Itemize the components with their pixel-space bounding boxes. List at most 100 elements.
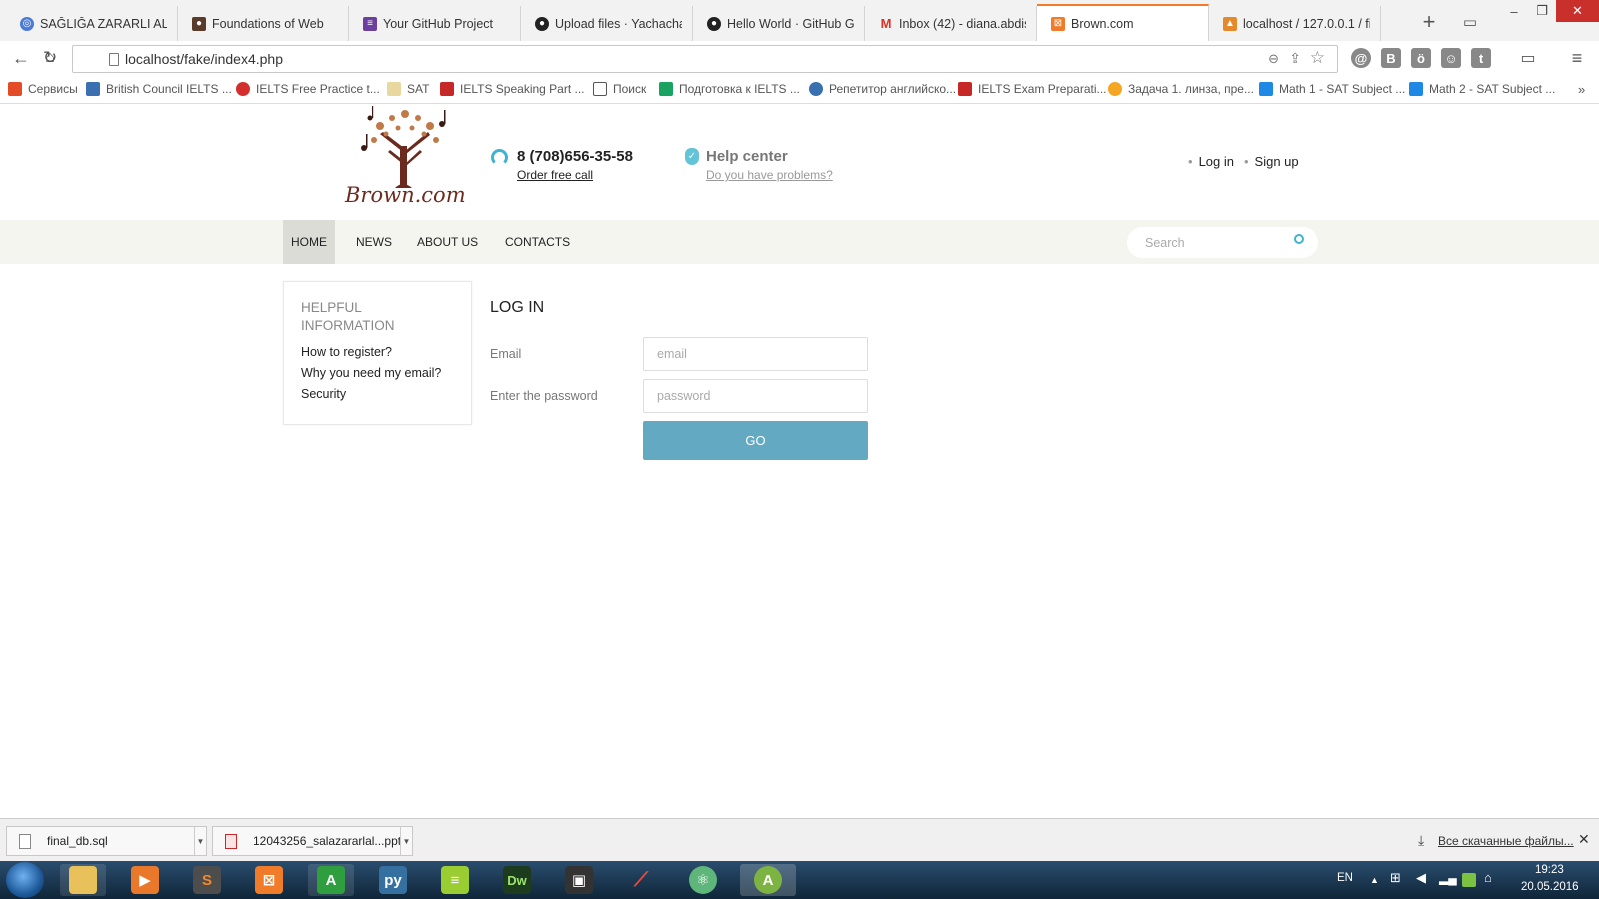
taskbar-feather[interactable]: ⟋ — [618, 864, 664, 896]
tab-github-project[interactable]: ≡ Your GitHub Project — [349, 6, 521, 41]
order-free-call-link[interactable]: Order free call — [517, 168, 633, 182]
chevron-down-icon[interactable]: ▼ — [194, 827, 206, 855]
vk-icon[interactable]: B — [1381, 48, 1401, 68]
phone-block: 8 (708)656-35-58 Order free call — [489, 148, 633, 182]
restore-button[interactable]: ❐ — [1528, 0, 1556, 22]
taskbar-xampp[interactable]: ⊠ — [246, 864, 292, 896]
more-bookmarks-icon[interactable]: » — [1578, 80, 1585, 98]
power-icon[interactable]: ⌂ — [1484, 870, 1492, 885]
email-field[interactable]: email — [643, 337, 868, 371]
password-field[interactable]: password — [643, 379, 868, 413]
folder-icon — [69, 866, 97, 894]
tab-upload-files[interactable]: ● Upload files · Yachachad — [521, 6, 693, 41]
language-indicator[interactable]: EN — [1337, 872, 1353, 884]
signup-link[interactable]: Sign up — [1255, 154, 1299, 169]
bookmark-ielts-exam[interactable]: IELTS Exam Preparati... — [958, 80, 1107, 98]
close-icon[interactable]: ✕ — [1578, 831, 1590, 848]
download-bar: final_db.sql ▼ 12043256_salazararlal...p… — [0, 818, 1599, 861]
chevron-down-icon[interactable]: ▼ — [400, 827, 412, 855]
new-tab-button[interactable]: + — [1415, 8, 1443, 36]
nav-contacts[interactable]: CONTACTS — [496, 220, 579, 264]
bookmark-ielts-free[interactable]: IELTS Free Practice t... — [236, 80, 380, 98]
taskbar-android-studio[interactable]: A — [740, 864, 796, 896]
clock-time[interactable]: 19:23 — [1535, 864, 1564, 876]
address-bar[interactable]: ↻ localhost/fake/index4.php ⊖ ⇪ ☆ — [43, 45, 1338, 73]
network-icon[interactable]: ▂▄ — [1439, 871, 1457, 885]
taskbar-terminal[interactable]: ▣ — [556, 864, 602, 896]
download-item-ppt[interactable]: 12043256_salazararlal...ppt ▼ — [212, 826, 413, 856]
tab-overview-icon[interactable]: ▭ — [1456, 8, 1484, 36]
zoom-icon[interactable]: ⊖ — [1268, 51, 1279, 67]
taskbar-dreamweaver[interactable]: Dw — [494, 864, 540, 896]
reload-icon[interactable]: ↻ — [43, 48, 57, 68]
taskbar-editor[interactable]: ≡ — [432, 864, 478, 896]
why-email-link[interactable]: Why you need my email? — [301, 366, 454, 380]
bookmark-tutor[interactable]: Репетитор английско... — [809, 80, 956, 98]
start-button[interactable] — [6, 862, 44, 898]
taskbar-explorer[interactable] — [60, 864, 106, 896]
at-icon[interactable]: @ — [1351, 48, 1371, 68]
tab-label: Inbox (42) - diana.abdisa — [899, 16, 1026, 31]
taskbar-app-a[interactable]: A — [308, 864, 354, 896]
search-icon[interactable] — [1294, 234, 1304, 244]
nav-news[interactable]: NEWS — [347, 220, 401, 264]
tab-phpmyadmin[interactable]: ▲ localhost / 127.0.0.1 / fina — [1209, 6, 1381, 41]
terminal-icon: ▣ — [565, 866, 593, 894]
help-center-title[interactable]: Help center — [706, 148, 833, 165]
bullet: • — [1188, 154, 1193, 169]
minimize-button[interactable]: – — [1500, 0, 1528, 22]
green-tray-icon[interactable] — [1462, 873, 1476, 887]
search-input[interactable]: Search — [1127, 227, 1318, 258]
tab-brown-com[interactable]: ⊠ Brown.com — [1037, 4, 1209, 41]
bookmark-british-council[interactable]: British Council IELTS ... — [86, 80, 232, 98]
bookmark-ielts-prep[interactable]: Подготовка к IELTS ... — [659, 80, 800, 98]
site-logo[interactable]: Brown.com — [345, 104, 466, 216]
star-icon[interactable]: ☆ — [1310, 48, 1325, 68]
problems-link[interactable]: Do you have problems? — [706, 168, 833, 182]
bookmark-search[interactable]: Поиск — [593, 80, 646, 98]
windows-flag-icon[interactable]: ⊞ — [1390, 870, 1401, 886]
bookmark-services[interactable]: Сервисы — [8, 80, 78, 98]
taskbar-media[interactable]: ▶ — [122, 864, 168, 896]
search-placeholder: Search — [1145, 235, 1185, 250]
ppt-file-icon — [225, 834, 237, 849]
main-nav: HOME NEWS ABOUT US CONTACTS Search — [0, 220, 1599, 264]
tray-expand-icon[interactable]: ▲ — [1370, 875, 1379, 885]
bookmark-ielts-speaking[interactable]: IELTS Speaking Part ... — [440, 80, 585, 98]
face-icon[interactable]: ☺ — [1441, 48, 1461, 68]
bookmark-label: Math 1 - SAT Subject ... — [1279, 82, 1406, 96]
bookmark-lens-task[interactable]: Задача 1. линза, пре... — [1108, 80, 1254, 98]
xampp-icon: ⊠ — [1051, 16, 1065, 31]
tab-inbox[interactable]: M Inbox (42) - diana.abdisa — [865, 6, 1037, 41]
all-downloads-link[interactable]: Все скачанные файлы... — [1438, 834, 1574, 848]
back-button[interactable]: ← — [8, 45, 34, 71]
taskbar-python[interactable]: py — [370, 864, 416, 896]
login-link[interactable]: Log in — [1199, 154, 1234, 169]
tab-hello-world[interactable]: ● Hello World · GitHub Gui — [693, 6, 865, 41]
bookmark-sat[interactable]: SAT — [387, 80, 429, 98]
security-link[interactable]: Security — [301, 387, 454, 401]
go-button[interactable]: GO — [643, 421, 868, 460]
nav-about-us[interactable]: ABOUT US — [408, 220, 487, 264]
odnoklassniki-icon[interactable]: ö — [1411, 48, 1431, 68]
bookmark-math1[interactable]: Math 1 - SAT Subject ... — [1259, 80, 1405, 98]
bookmark-favicon — [86, 82, 100, 96]
menu-icon[interactable]: ≡ — [1564, 45, 1590, 71]
shield-icon: ✓ — [685, 148, 699, 165]
twitter-icon[interactable]: t — [1471, 48, 1491, 68]
taskbar-atom[interactable]: ⚛ — [680, 864, 726, 896]
close-window-button[interactable]: ✕ — [1556, 0, 1599, 22]
tab-foundations[interactable]: ● Foundations of Web — [178, 6, 349, 41]
phone-number: 8 (708)656-35-58 — [517, 148, 633, 165]
share-icon[interactable]: ⇪ — [1289, 50, 1301, 67]
bookmark-favicon — [958, 82, 972, 96]
nav-home[interactable]: HOME — [283, 220, 335, 264]
chat-icon[interactable]: ▭ — [1515, 45, 1541, 71]
tab-sagliga[interactable]: ◎ SAĞLIĞA ZARARLI ALIŞKA — [6, 6, 178, 41]
volume-icon[interactable]: ◀ — [1416, 870, 1426, 886]
clock-date[interactable]: 20.05.2016 — [1521, 881, 1579, 893]
taskbar-sublime[interactable]: S — [184, 864, 230, 896]
download-item-sql[interactable]: final_db.sql ▼ — [6, 826, 207, 856]
how-to-register-link[interactable]: How to register? — [301, 345, 454, 359]
bookmark-math2[interactable]: Math 2 - SAT Subject ... — [1409, 80, 1555, 98]
